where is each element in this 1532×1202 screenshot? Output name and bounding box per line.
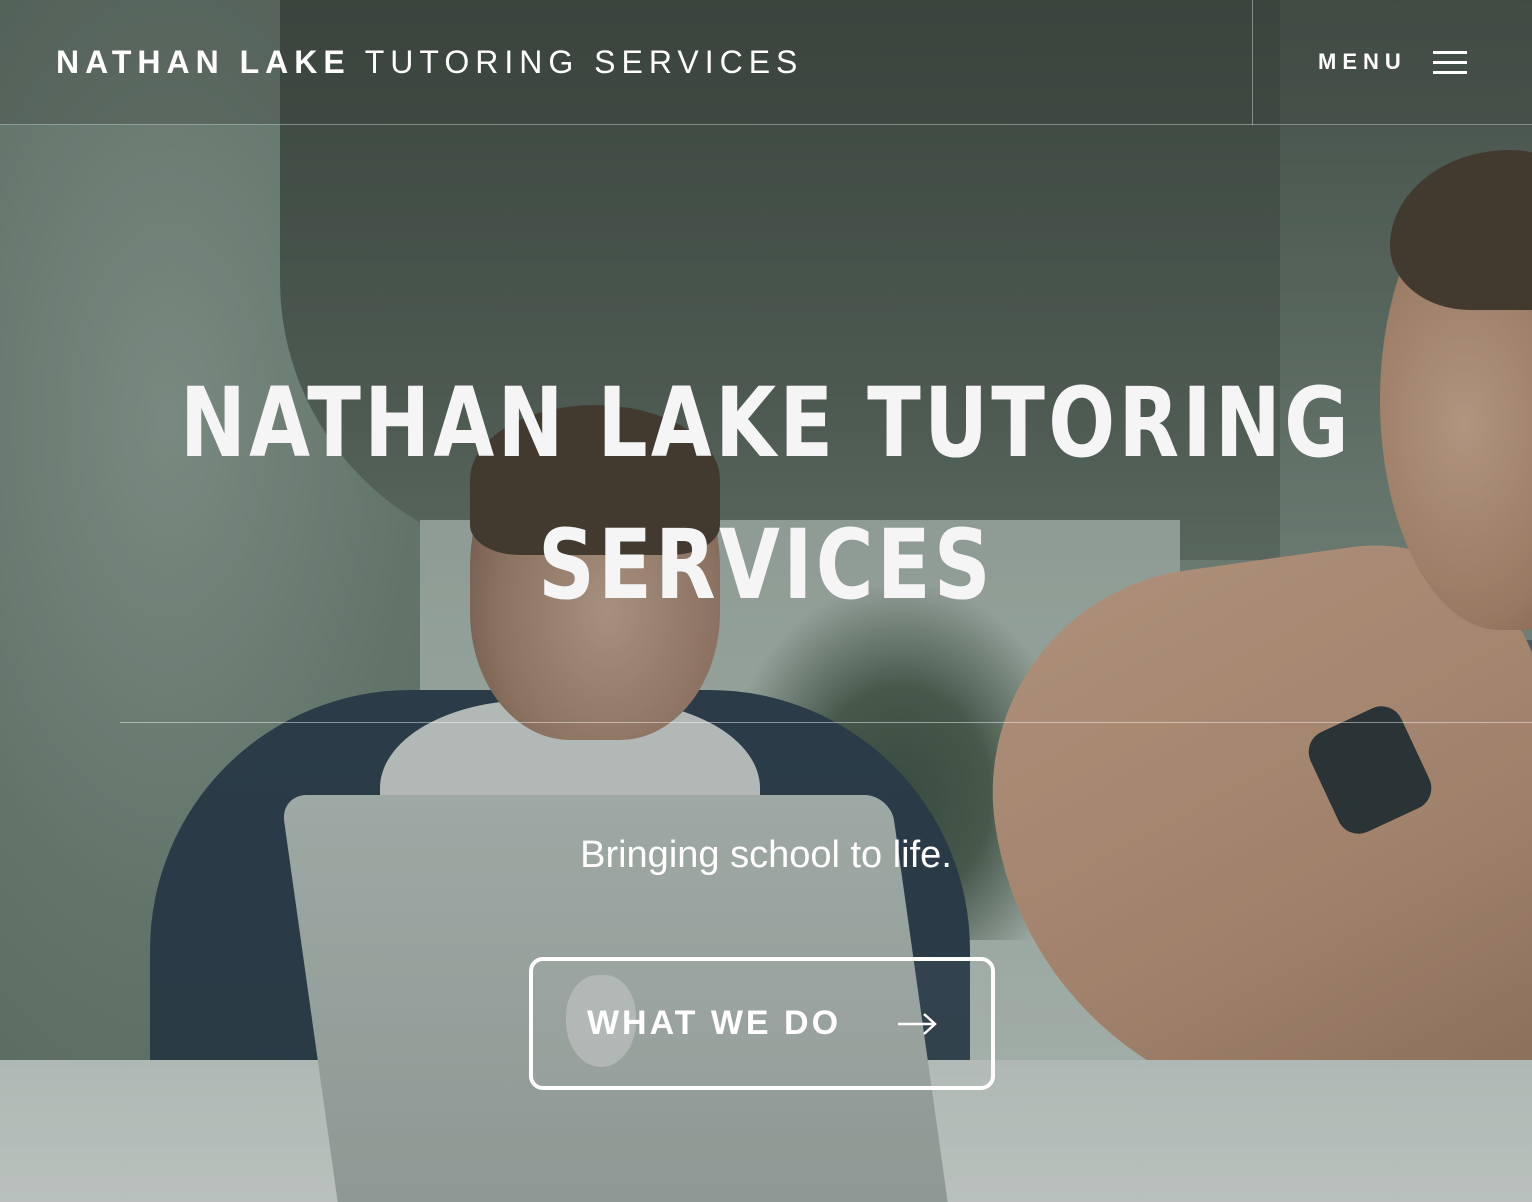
menu-button[interactable]: MENU <box>1318 44 1467 80</box>
hero-title: NATHAN LAKE TUTORING SERVICES <box>138 352 1394 636</box>
cta-label: WHAT WE DO <box>586 1004 842 1042</box>
hero-section: NATHAN LAKE TUTORING SERVICES MENU NATHAN… <box>0 0 1532 1202</box>
hamburger-icon <box>1432 49 1467 75</box>
brand-name-light: TUTORING SERVICES <box>364 44 804 80</box>
what-we-do-button[interactable]: WHAT WE DO <box>529 957 995 1090</box>
site-header: NATHAN LAKE TUTORING SERVICES MENU <box>0 0 1532 125</box>
hero-title-line-1: NATHAN LAKE TUTORING <box>180 367 1352 479</box>
header-divider <box>1252 0 1253 125</box>
hero-title-line-2: SERVICES <box>538 509 994 621</box>
hero-divider <box>120 722 1532 723</box>
site-logo[interactable]: NATHAN LAKE TUTORING SERVICES <box>56 44 803 81</box>
arrow-right-icon <box>898 1012 937 1035</box>
brand-name-bold: NATHAN LAKE <box>56 44 351 80</box>
hero-tagline: Bringing school to life. <box>580 834 952 876</box>
menu-label: MENU <box>1318 49 1407 74</box>
